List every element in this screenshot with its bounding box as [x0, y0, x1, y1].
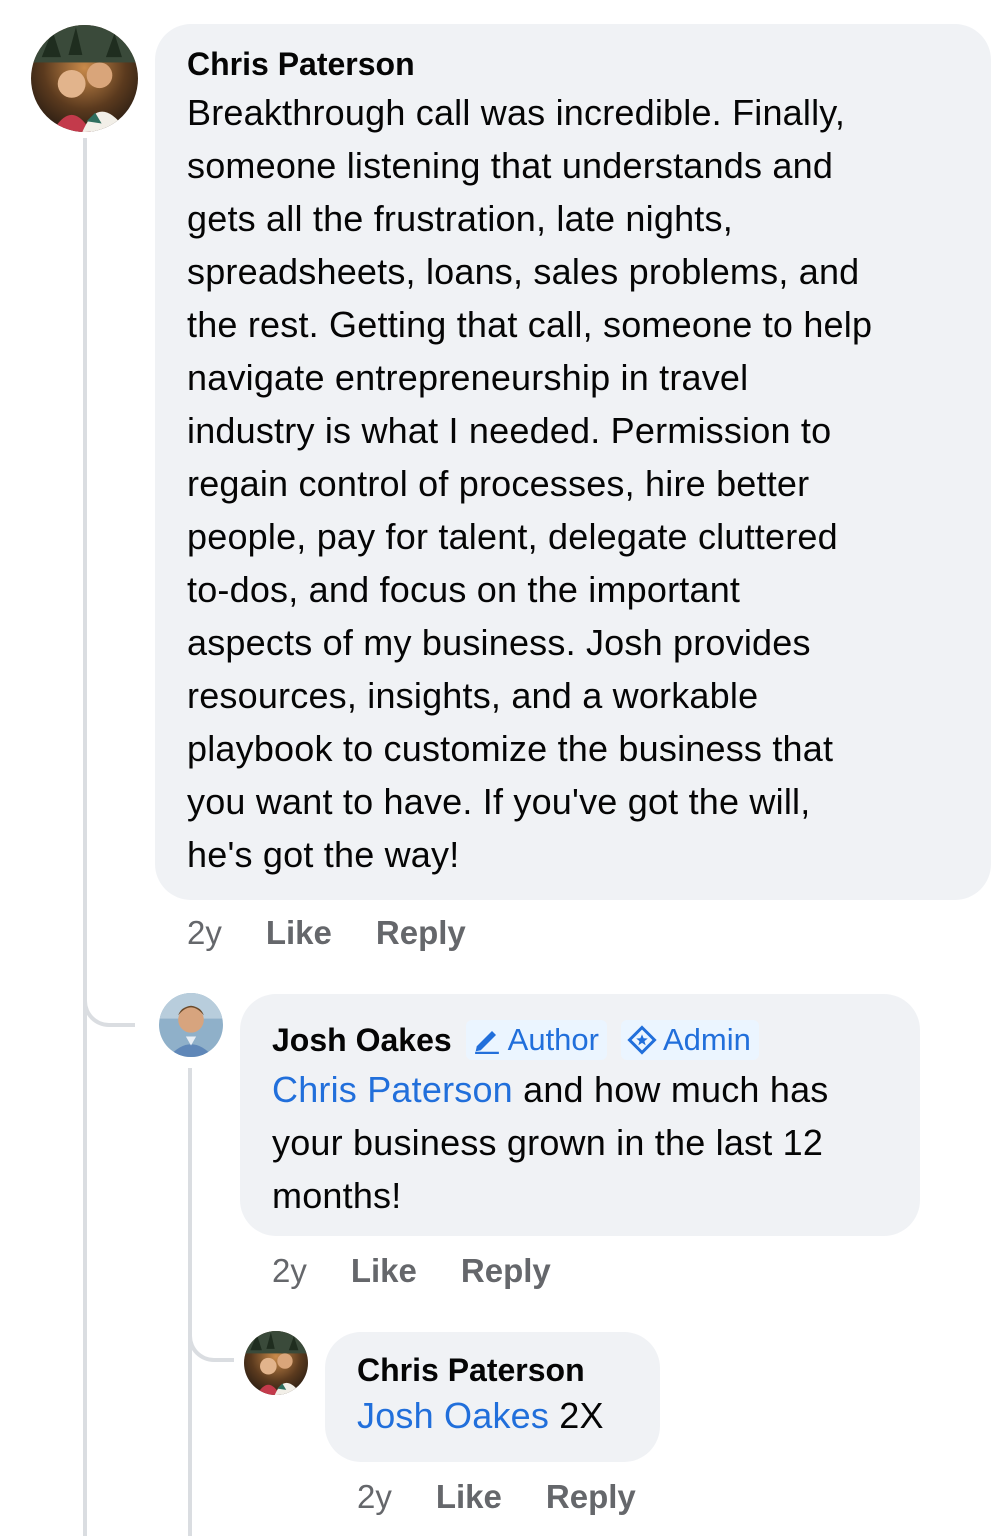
reply-timestamp[interactable]: 2y: [272, 1252, 307, 1290]
profile-photo-icon: [244, 1331, 308, 1395]
reply-button[interactable]: Reply: [546, 1478, 636, 1516]
admin-badge-label: Admin: [663, 1022, 751, 1057]
thread-line-reply: [188, 1068, 192, 1536]
reply-header: Josh Oakes Author Admin: [272, 1020, 890, 1060]
avatar-chris-paterson-small[interactable]: [244, 1331, 308, 1395]
reply-author-name[interactable]: Josh Oakes: [272, 1022, 452, 1058]
comment-author-name[interactable]: Chris Paterson: [187, 46, 961, 82]
thread-connector-reply-2: [188, 1310, 234, 1362]
author-badge-label: Author: [507, 1022, 599, 1057]
nested-reply-author-name[interactable]: Chris Paterson: [357, 1352, 630, 1388]
admin-badge[interactable]: Admin: [621, 1020, 759, 1060]
like-button[interactable]: Like: [266, 914, 332, 952]
reply-button[interactable]: Reply: [461, 1252, 551, 1290]
comment-actions: 2y Like Reply: [187, 914, 510, 952]
nested-reply-actions: 2y Like Reply: [357, 1478, 680, 1516]
comment-bubble: Chris Paterson Breakthrough call was inc…: [155, 24, 991, 900]
nested-reply-body: 2X: [549, 1395, 604, 1436]
admin-star-icon: [627, 1025, 657, 1055]
avatar-josh-oakes[interactable]: [159, 993, 223, 1057]
mention-link[interactable]: Josh Oakes: [357, 1395, 549, 1436]
mention-link[interactable]: Chris Paterson: [272, 1069, 513, 1110]
avatar-chris-paterson[interactable]: [31, 25, 138, 132]
nested-reply-text: Josh Oakes 2X: [357, 1392, 630, 1440]
reply-button[interactable]: Reply: [376, 914, 466, 952]
like-button[interactable]: Like: [436, 1478, 502, 1516]
comment-timestamp[interactable]: 2y: [187, 914, 222, 952]
reply-actions: 2y Like Reply: [272, 1252, 595, 1290]
author-badge[interactable]: Author: [465, 1020, 607, 1060]
profile-photo-icon: [159, 993, 223, 1057]
reply-bubble: Josh Oakes Author Admin Chris Paterson a…: [240, 994, 920, 1236]
comment-text: Breakthrough call was incredible. Finall…: [187, 92, 873, 875]
profile-photo-icon: [31, 25, 138, 132]
pencil-icon: [474, 1031, 499, 1054]
thread-line-main: [83, 138, 87, 1536]
nested-reply-bubble: Chris Paterson Josh Oakes 2X: [325, 1332, 660, 1462]
like-button[interactable]: Like: [351, 1252, 417, 1290]
thread-connector-reply-1: [83, 975, 135, 1027]
nested-reply-timestamp[interactable]: 2y: [357, 1478, 392, 1516]
reply-text: Chris Paterson and how much has your bus…: [272, 1063, 890, 1222]
